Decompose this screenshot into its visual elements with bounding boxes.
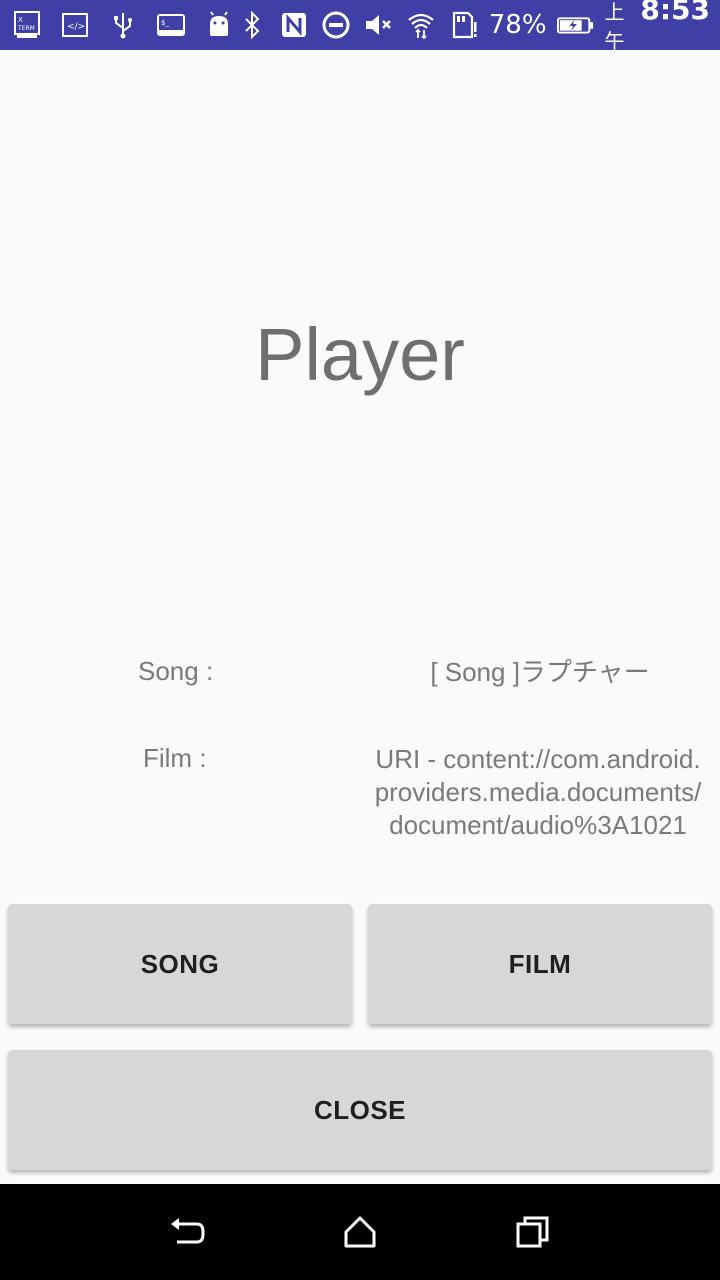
svg-text:TERM: TERM [17, 25, 35, 32]
svg-text:X: X [18, 16, 23, 24]
navigation-bar [0, 1184, 720, 1280]
time: 8:53 [640, 0, 711, 26]
clock: 上午 8:53 [605, 0, 710, 54]
film-value-line: URI - content://com.android. [375, 744, 701, 774]
terminal-icon: $_ [154, 8, 188, 42]
usb-icon [106, 8, 140, 42]
song-label: Song : [138, 656, 214, 686]
time-prefix: 上午 [604, 0, 625, 53]
code-icon: </> [58, 8, 92, 42]
status-bar: X TERM </> $_ 78% 上午 8:53 [0, 0, 720, 53]
mute-icon [362, 8, 394, 42]
battery-percent: 78% [488, 10, 547, 40]
recents-icon[interactable] [503, 1202, 563, 1262]
bluetooth-icon [236, 8, 268, 42]
song-value: [ Song ]ラプチャー [430, 657, 650, 687]
nfc-icon [278, 8, 310, 42]
dnd-icon [320, 8, 352, 42]
svg-text:</>: </> [67, 22, 85, 32]
android-icon [202, 8, 236, 42]
xterm-icon: X TERM [10, 8, 44, 42]
film-value: URI - content://com.android. providers.m… [356, 743, 720, 842]
film-label: Film : [143, 743, 207, 773]
wifi-icon [405, 8, 437, 42]
film-button[interactable]: FILM [368, 904, 712, 1024]
back-icon[interactable] [157, 1202, 217, 1262]
battery-icon [556, 8, 595, 42]
song-button[interactable]: SONG [8, 904, 352, 1024]
svg-text:$_: $_ [161, 19, 169, 27]
page-title: Player [255, 313, 465, 396]
home-icon[interactable] [330, 1202, 390, 1262]
close-button[interactable]: CLOSE [8, 1050, 712, 1170]
film-value-line: providers.media.documents/ [374, 777, 702, 807]
sd-card-icon [447, 8, 479, 42]
film-value-line: document/audio%3A1021 [389, 810, 687, 840]
